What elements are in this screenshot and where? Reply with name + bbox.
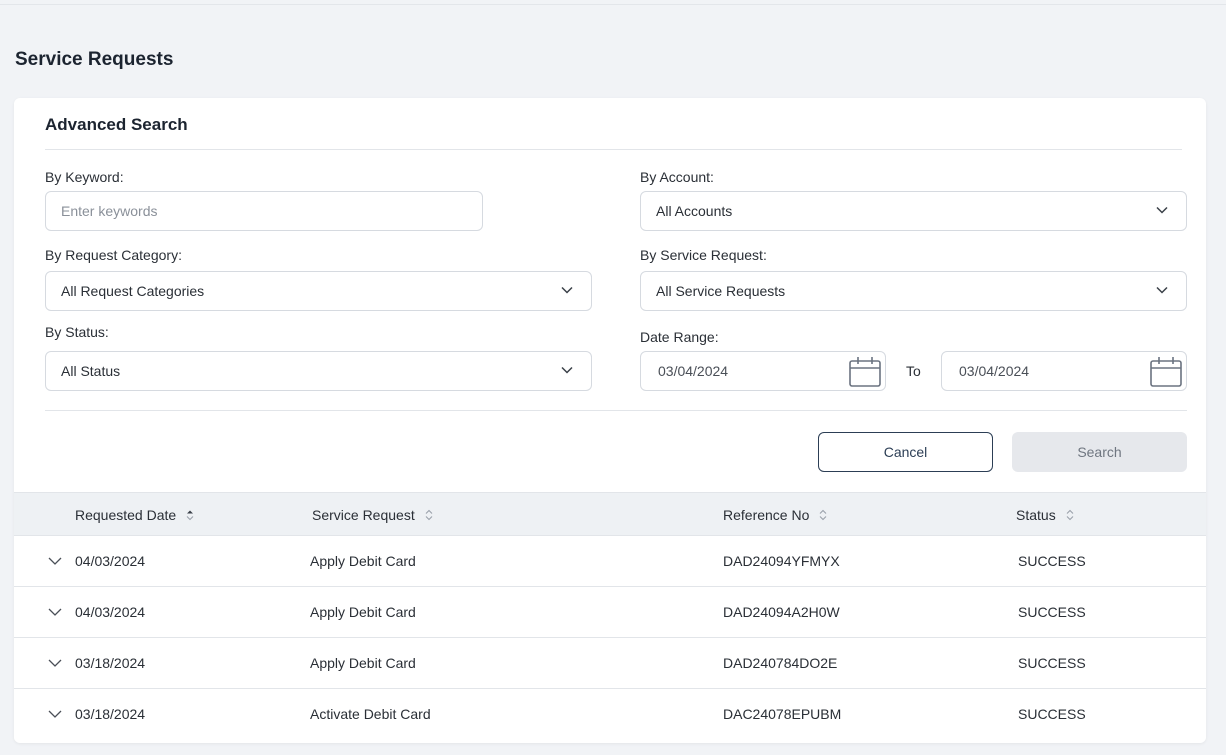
chevron-down-icon[interactable] — [48, 710, 62, 718]
chevron-down-icon[interactable] — [48, 659, 62, 667]
row-service-request: Activate Debit Card — [310, 706, 431, 722]
title-divider — [45, 149, 1182, 150]
category-select-value: All Request Categories — [61, 283, 205, 299]
row-service-request: Apply Debit Card — [310, 553, 416, 569]
row-requested-date: 04/03/2024 — [75, 604, 146, 620]
column-header-label: Reference No — [723, 507, 810, 523]
table-header: Requested Date Service Request Reference… — [14, 492, 1206, 536]
calendar-icon[interactable] — [848, 356, 882, 388]
row-requested-date: 03/18/2024 — [75, 706, 146, 722]
column-header-label: Service Request — [312, 507, 415, 523]
column-header-label: Requested Date — [75, 507, 177, 523]
row-requested-date: 03/18/2024 — [75, 655, 146, 671]
column-header-service-request[interactable]: Service Request — [312, 507, 433, 523]
chevron-down-icon — [561, 286, 573, 294]
status-label: By Status: — [45, 324, 109, 340]
column-header-requested-date[interactable]: Requested Date — [75, 507, 194, 523]
date-to-value: 03/04/2024 — [959, 363, 1030, 379]
column-header-reference-no[interactable]: Reference No — [723, 507, 827, 523]
row-status: SUCCESS — [1018, 655, 1086, 671]
date-to-field[interactable]: 03/04/2024 — [941, 351, 1187, 391]
page-title: Service Requests — [15, 49, 174, 70]
row-reference-no: DAD24094A2H0W — [723, 604, 840, 620]
table-row[interactable]: 03/18/2024 Activate Debit Card DAC24078E… — [14, 689, 1206, 740]
row-status: SUCCESS — [1018, 604, 1086, 620]
account-select-value: All Accounts — [656, 203, 733, 219]
table-row[interactable]: 03/18/2024 Apply Debit Card DAD240784DO2… — [14, 638, 1206, 689]
form-divider — [45, 410, 1187, 411]
category-label: By Request Category: — [45, 247, 182, 263]
account-select[interactable]: All Accounts — [640, 191, 1187, 231]
sort-icon[interactable] — [425, 509, 433, 521]
keyword-label: By Keyword: — [45, 169, 124, 185]
sort-icon[interactable] — [819, 509, 827, 521]
category-select[interactable]: All Request Categories — [45, 271, 592, 311]
column-header-label: Status — [1016, 507, 1056, 523]
row-reference-no: DAD240784DO2E — [723, 655, 838, 671]
chevron-down-icon[interactable] — [48, 557, 62, 565]
date-from-value: 03/04/2024 — [658, 363, 729, 379]
date-from-field[interactable]: 03/04/2024 — [640, 351, 886, 391]
status-select[interactable]: All Status — [45, 351, 592, 391]
top-divider — [0, 4, 1226, 5]
chevron-down-icon — [1156, 206, 1168, 214]
sort-icon[interactable] — [1066, 509, 1074, 521]
date-to-label: To — [906, 363, 921, 379]
row-requested-date: 04/03/2024 — [75, 553, 146, 569]
cancel-button[interactable]: Cancel — [818, 432, 993, 472]
row-reference-no: DAD24094YFMYX — [723, 553, 840, 569]
search-button[interactable]: Search — [1012, 432, 1187, 472]
column-header-status[interactable]: Status — [1016, 507, 1074, 523]
chevron-down-icon — [561, 366, 573, 374]
table-row[interactable]: 04/03/2024 Apply Debit Card DAD24094A2H0… — [14, 587, 1206, 638]
service-request-label: By Service Request: — [640, 247, 767, 263]
keyword-field — [45, 191, 483, 231]
sort-icon[interactable] — [186, 509, 194, 521]
chevron-down-icon[interactable] — [48, 608, 62, 616]
table-row[interactable]: 04/03/2024 Apply Debit Card DAD24094YFMY… — [14, 536, 1206, 587]
row-service-request: Apply Debit Card — [310, 655, 416, 671]
row-service-request: Apply Debit Card — [310, 604, 416, 620]
keyword-input[interactable] — [61, 203, 482, 219]
date-range-label: Date Range: — [640, 329, 719, 345]
chevron-down-icon — [1156, 286, 1168, 294]
row-reference-no: DAC24078EPUBM — [723, 706, 842, 722]
calendar-icon[interactable] — [1149, 356, 1183, 388]
status-select-value: All Status — [61, 363, 121, 379]
row-status: SUCCESS — [1018, 706, 1086, 722]
advanced-search-title: Advanced Search — [45, 115, 188, 134]
row-status: SUCCESS — [1018, 553, 1086, 569]
service-request-select[interactable]: All Service Requests — [640, 271, 1187, 311]
service-request-select-value: All Service Requests — [656, 283, 786, 299]
advanced-search-card: Advanced Search By Keyword: By Account: … — [14, 98, 1206, 743]
account-label: By Account: — [640, 169, 714, 185]
